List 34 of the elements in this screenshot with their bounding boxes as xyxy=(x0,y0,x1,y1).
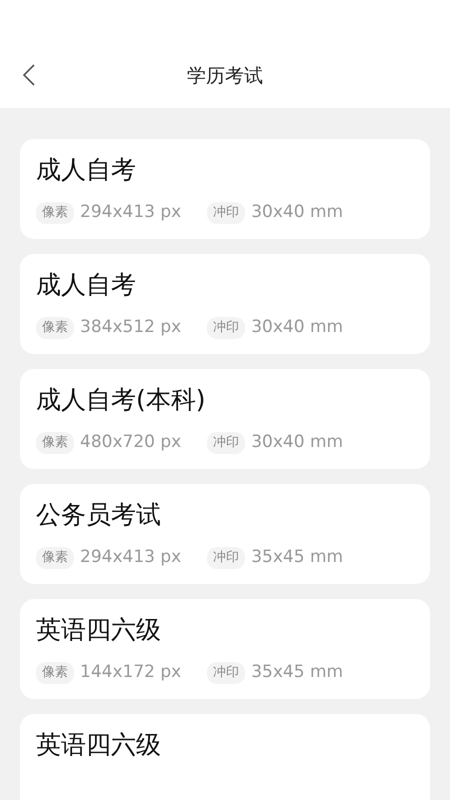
spec-value: 294x413 px xyxy=(80,201,182,224)
spec-tag: 像素 xyxy=(36,317,74,338)
exam-name: 成人自考(本科) xyxy=(36,384,206,416)
spec-value: 30x40 mm xyxy=(251,431,344,454)
spec-value: 384x512 px xyxy=(80,316,182,339)
exam-name: 英语四六级 xyxy=(36,729,161,761)
exam-name: 成人自考 xyxy=(36,269,136,301)
spec-value: 144x172 px xyxy=(80,661,182,684)
spec-tag: 像素 xyxy=(36,202,74,224)
spec-tag: 像素 xyxy=(36,547,74,568)
exam-name: 英语四六级 xyxy=(36,614,161,646)
exam-name: 成人自考 xyxy=(36,154,136,186)
spec-tag: 像素 xyxy=(36,662,74,684)
exam-card[interactable]: 公务员考试 像素 294x413 px 冲印 35x45 mm xyxy=(20,484,430,584)
page-title: 学历考试 xyxy=(187,64,263,86)
spec-tag: 冲印 xyxy=(207,547,246,568)
exam-card[interactable]: 英语四六级 像素 144x172 px 冲印 35x45 mm xyxy=(20,599,430,699)
spec-value: 30x40 mm xyxy=(251,316,344,339)
exam-card[interactable]: 成人自考 像素 294x413 px 冲印 30x40 mm xyxy=(20,139,430,239)
spec-tag: 冲印 xyxy=(207,662,246,684)
spec-tag: 冲印 xyxy=(207,202,246,224)
spec-tag: 像素 xyxy=(36,432,74,454)
exam-card[interactable]: 成人自考 像素 384x512 px 冲印 30x40 mm xyxy=(20,254,430,354)
spec-value: 35x45 mm xyxy=(251,546,344,569)
spec-tag: 冲印 xyxy=(207,317,246,338)
back-icon xyxy=(23,64,35,86)
spec-value: 480x720 px xyxy=(80,431,182,454)
exam-card[interactable]: 成人自考(本科) 像素 480x720 px 冲印 30x40 mm xyxy=(20,369,430,469)
exam-name: 公务员考试 xyxy=(36,499,161,531)
spec-value: 35x45 mm xyxy=(251,661,344,684)
spec-tag: 冲印 xyxy=(207,432,246,454)
spec-value: 294x413 px xyxy=(80,546,182,569)
spec-value: 30x40 mm xyxy=(251,201,344,224)
exam-card[interactable]: 英语四六级 xyxy=(20,714,430,800)
